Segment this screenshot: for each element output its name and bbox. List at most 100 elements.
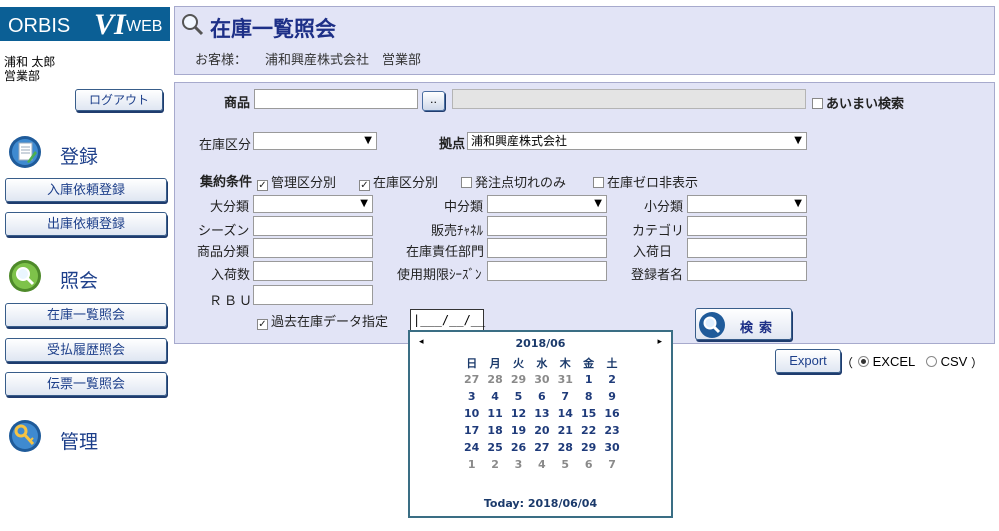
calendar-day[interactable]: 3 xyxy=(460,388,483,405)
large-category-label: 大分類 xyxy=(210,200,250,215)
product-lookup-button[interactable]: .. xyxy=(422,91,445,111)
calendar-day[interactable]: 4 xyxy=(530,456,553,473)
export-button[interactable]: Export xyxy=(775,349,841,373)
calendar-day[interactable]: 2 xyxy=(600,371,623,388)
calendar-day[interactable]: 7 xyxy=(600,456,623,473)
registrant-input[interactable] xyxy=(687,261,807,281)
small-category-select[interactable]: ▼ xyxy=(687,195,807,213)
logout-button[interactable]: ログアウト xyxy=(75,89,163,111)
season-input[interactable] xyxy=(253,216,373,236)
logo-web: WEB xyxy=(126,18,163,35)
sidebar-item-slip-list[interactable]: 伝票一覧照会 xyxy=(5,372,167,396)
calendar-day[interactable]: 7 xyxy=(554,388,577,405)
calendar-day[interactable]: 5 xyxy=(554,456,577,473)
export-paren-close: ） xyxy=(971,356,984,370)
next-month-icon[interactable]: ▸ xyxy=(657,337,662,347)
calendar-day[interactable]: 1 xyxy=(577,371,600,388)
search-button[interactable]: 検索 xyxy=(695,308,792,340)
search-icon xyxy=(698,311,726,342)
calendar-day[interactable]: 14 xyxy=(554,405,577,422)
calendar-day[interactable]: 3 xyxy=(507,456,530,473)
calendar-day[interactable]: 19 xyxy=(507,422,530,439)
calendar-day[interactable]: 22 xyxy=(577,422,600,439)
calendar-day[interactable]: 17 xyxy=(460,422,483,439)
responsible-dept-input[interactable] xyxy=(487,238,607,258)
calendar-day[interactable]: 2 xyxy=(483,456,506,473)
calendar-day[interactable]: 27 xyxy=(460,371,483,388)
calendar-day[interactable]: 6 xyxy=(577,456,600,473)
calendar-day[interactable]: 29 xyxy=(507,371,530,388)
registrant-label: 登録者名 xyxy=(631,268,684,283)
check-by-stock-type[interactable]: ✓ 在庫区分別 xyxy=(359,172,438,191)
stock-type-select[interactable]: ▼ xyxy=(253,132,377,150)
calendar-day[interactable]: 1 xyxy=(460,456,483,473)
arrival-qty-input[interactable] xyxy=(253,261,373,281)
past-date-input[interactable]: |___/__/__ xyxy=(410,309,485,331)
calendar-day[interactable]: 13 xyxy=(530,405,553,422)
chevron-down-icon: ▼ xyxy=(594,198,602,209)
export-csv-radio[interactable]: CSV xyxy=(926,354,967,369)
search-button-label: 検索 xyxy=(740,321,779,336)
channel-input[interactable] xyxy=(487,216,607,236)
calendar-day[interactable]: 15 xyxy=(577,405,600,422)
export-excel-radio[interactable]: EXCEL xyxy=(858,354,915,369)
calendar-day[interactable]: 18 xyxy=(483,422,506,439)
calendar-day[interactable]: 26 xyxy=(507,439,530,456)
section-title-inquiry: 照会 xyxy=(60,271,99,292)
rbu-input[interactable] xyxy=(253,285,373,305)
calendar-day[interactable]: 5 xyxy=(507,388,530,405)
chevron-down-icon: ▼ xyxy=(794,135,802,146)
search-icon xyxy=(8,259,42,293)
calendar-day[interactable]: 8 xyxy=(577,388,600,405)
past-stock-data-checkbox[interactable]: ✓ 過去在庫データ指定 xyxy=(257,311,388,330)
calendar-day[interactable]: 20 xyxy=(530,422,553,439)
product-name-display xyxy=(452,89,806,109)
sidebar-item-stock-list[interactable]: 在庫一覧照会 xyxy=(5,303,167,327)
calendar-day[interactable]: 21 xyxy=(554,422,577,439)
sidebar-item-receipt-history[interactable]: 受払履歴照会 xyxy=(5,338,167,362)
calendar-day[interactable]: 28 xyxy=(483,371,506,388)
calendar-day[interactable]: 6 xyxy=(530,388,553,405)
customer-label: お客様： xyxy=(195,53,248,68)
check-hide-zero-stock[interactable]: 在庫ゼロ非表示 xyxy=(593,172,698,191)
sidebar-item-stock-in-request[interactable]: 入庫依頼登録 xyxy=(5,178,167,202)
csv-label: CSV xyxy=(940,354,968,369)
fuzzy-search-checkbox[interactable]: あいまい検索 xyxy=(812,93,904,112)
calendar-day[interactable]: 25 xyxy=(483,439,506,456)
calendar-day[interactable]: 23 xyxy=(600,422,623,439)
check-reorder-point-only[interactable]: 発注点切れのみ xyxy=(461,172,566,191)
calendar-day[interactable]: 30 xyxy=(600,439,623,456)
section-title-register: 登録 xyxy=(60,147,99,168)
calendar-week: 3 4 5 6 7 8 9 xyxy=(460,388,624,405)
arrival-date-input[interactable] xyxy=(687,238,807,258)
mid-category-select[interactable]: ▼ xyxy=(487,195,607,213)
calendar-day[interactable]: 16 xyxy=(600,405,623,422)
product-code-input[interactable] xyxy=(254,89,418,109)
base-select[interactable]: 浦和興産株式会社 ▼ xyxy=(467,132,807,150)
sidebar-item-stock-out-request[interactable]: 出庫依頼登録 xyxy=(5,212,167,236)
large-category-select[interactable]: ▼ xyxy=(253,195,373,213)
category-input[interactable] xyxy=(687,216,807,236)
expiry-season-input[interactable] xyxy=(487,261,607,281)
mid-category-label: 中分類 xyxy=(444,200,484,215)
calendar-day[interactable]: 28 xyxy=(554,439,577,456)
calendar-day[interactable]: 30 xyxy=(530,371,553,388)
calendar-day[interactable]: 10 xyxy=(460,405,483,422)
calendar-day[interactable]: 29 xyxy=(577,439,600,456)
calendar-day[interactable]: 4 xyxy=(483,388,506,405)
calendar-day[interactable]: 27 xyxy=(530,439,553,456)
check-label-reorder: 発注点切れのみ xyxy=(475,176,567,191)
calendar-day[interactable]: 9 xyxy=(600,388,623,405)
check-by-management-type[interactable]: ✓ 管理区分別 xyxy=(257,172,336,191)
calendar-grid: 日 月 火 水 木 金 土 27 28 29 30 31 1 2 3 4 5 6… xyxy=(460,354,624,473)
rbu-label: ＲＢＵ xyxy=(209,294,255,309)
arrival-date-label: 入荷日 xyxy=(633,245,673,260)
product-class-input[interactable] xyxy=(253,238,373,258)
calendar-day[interactable]: 12 xyxy=(507,405,530,422)
calendar-day[interactable]: 24 xyxy=(460,439,483,456)
fuzzy-search-label: あいまい検索 xyxy=(826,97,905,112)
calendar-day[interactable]: 31 xyxy=(554,371,577,388)
calendar-today-link[interactable]: Today: 2018/06/04 xyxy=(410,497,671,510)
chevron-down-icon: ▼ xyxy=(364,135,372,146)
calendar-day[interactable]: 11 xyxy=(483,405,506,422)
